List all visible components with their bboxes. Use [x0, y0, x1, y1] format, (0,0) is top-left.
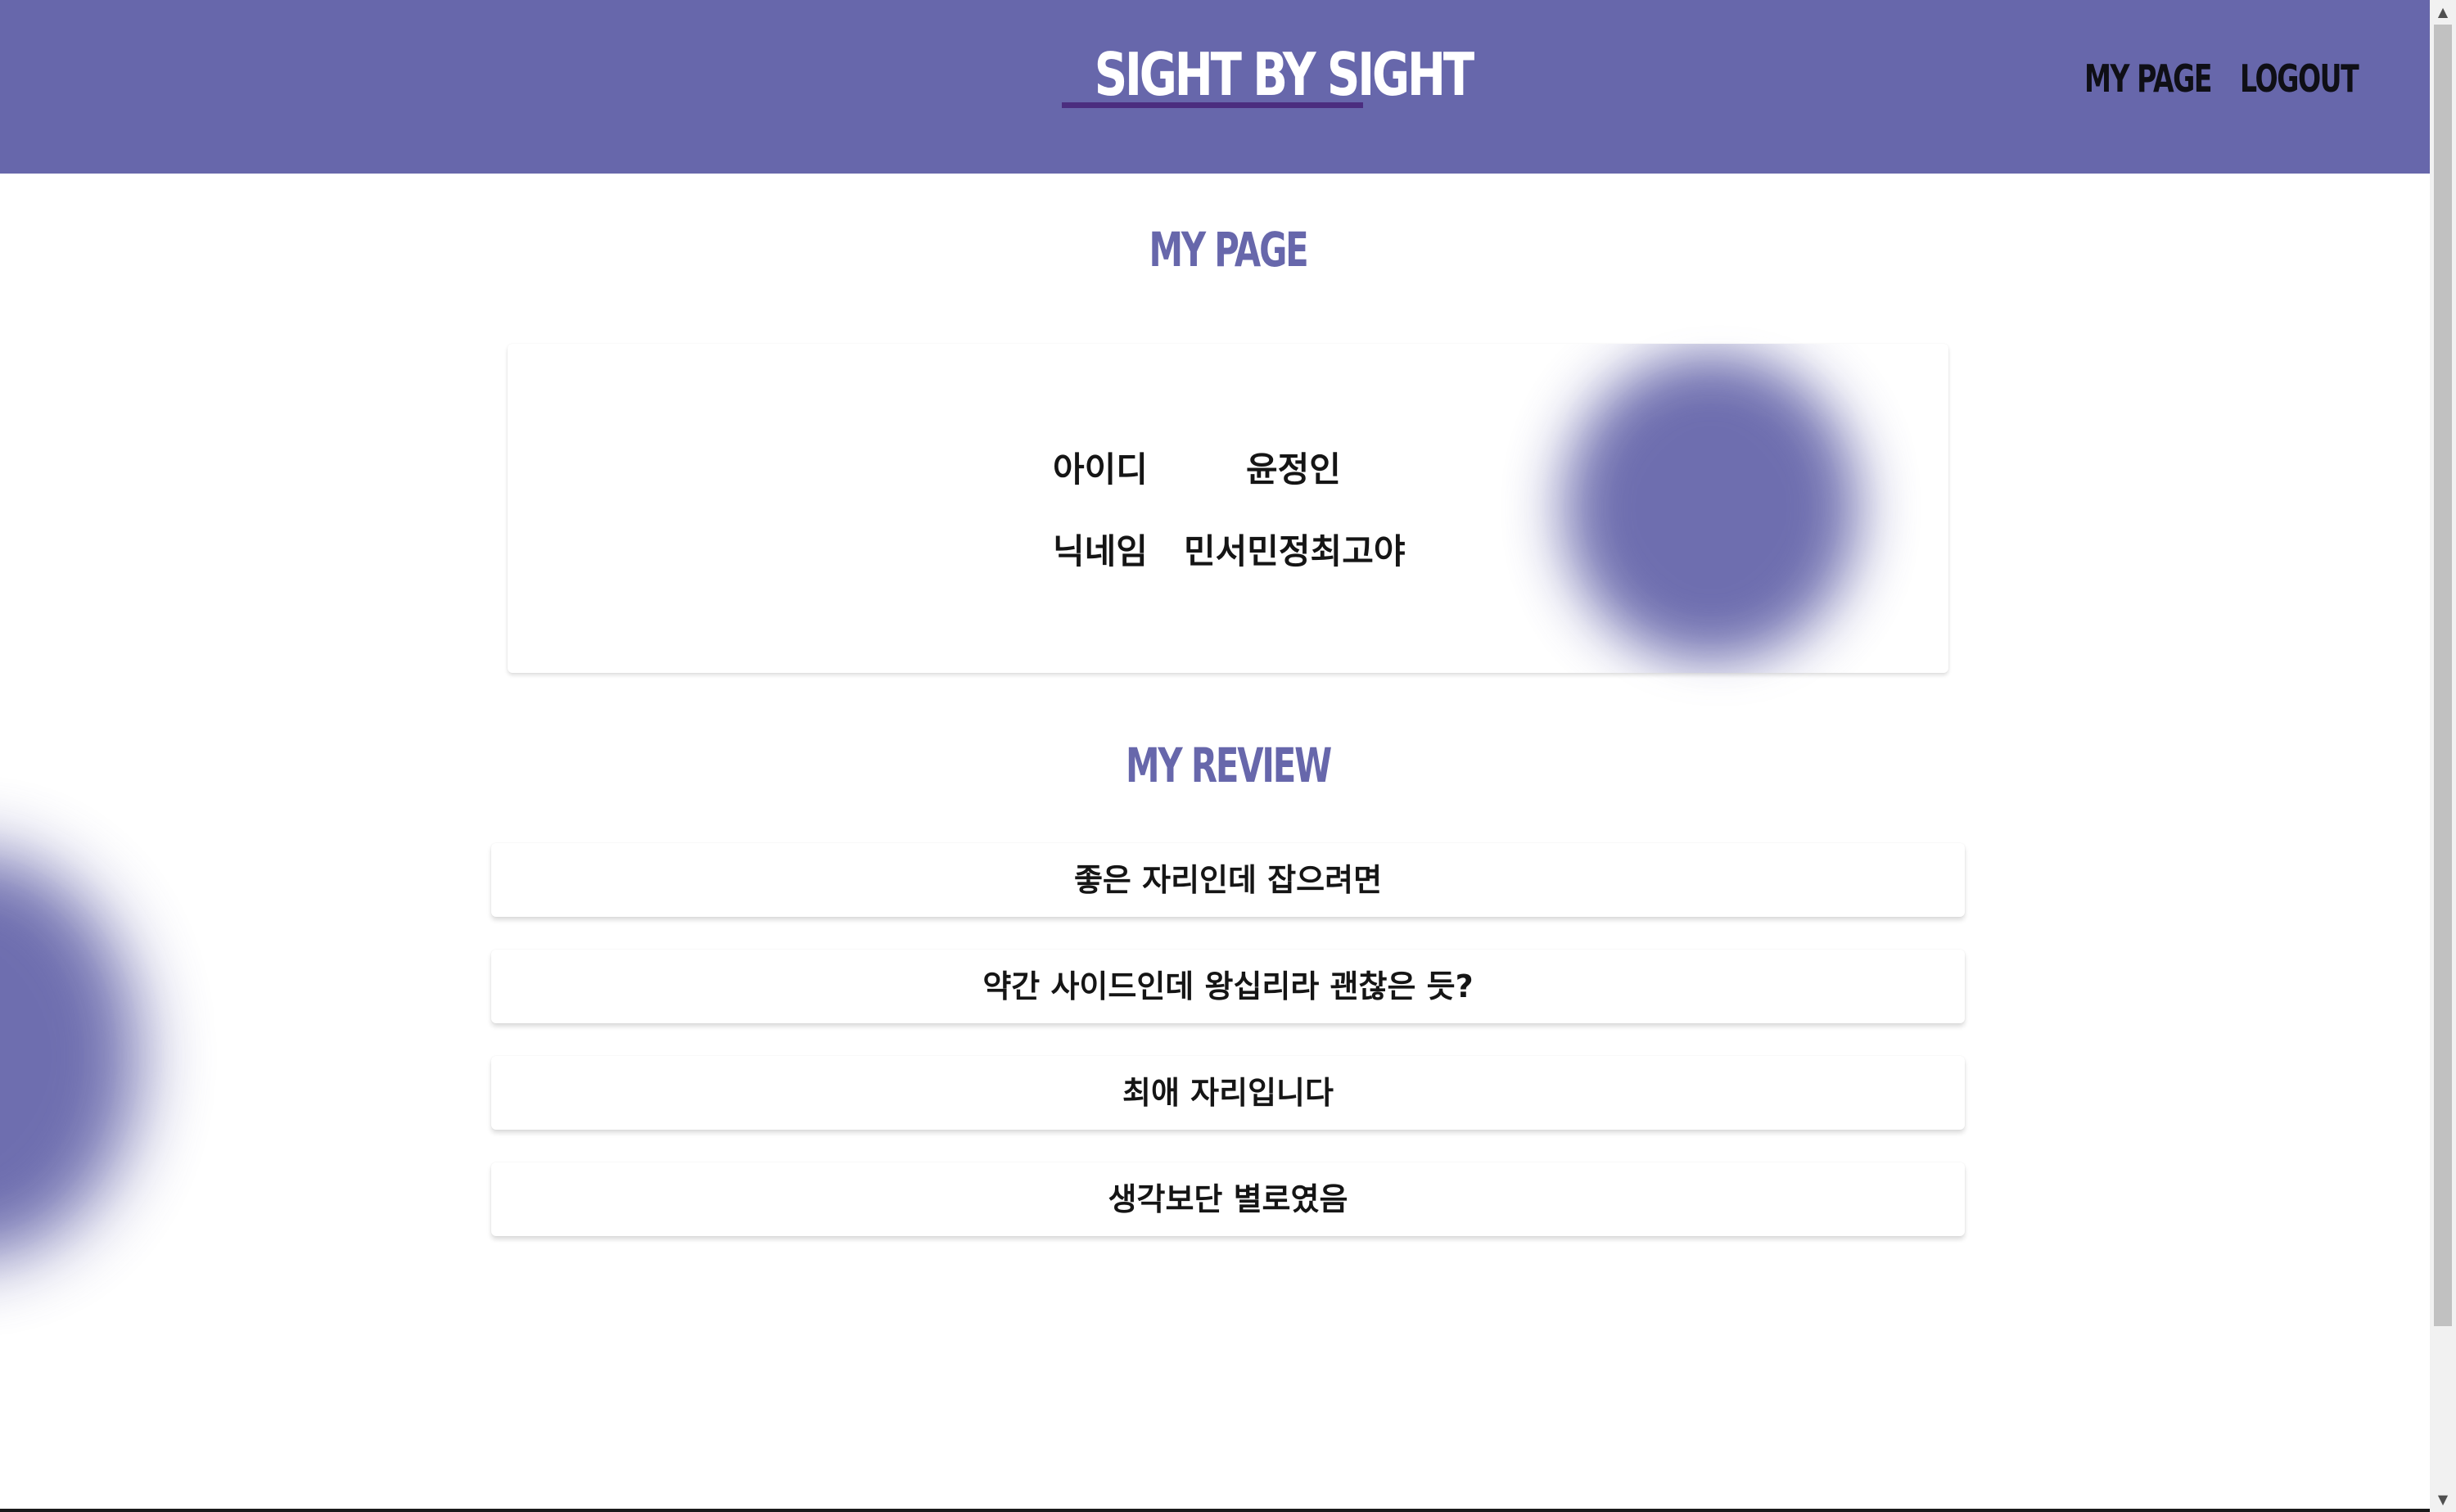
my-page-title: MY PAGE: [1149, 222, 1308, 278]
review-item[interactable]: 최애 자리입니다: [491, 1056, 1965, 1130]
viewport: SIGHT BY SIGHT MY PAGE LOGOUT MY PAGE 아이…: [0, 0, 2430, 1512]
scroll-down-arrow-icon[interactable]: ▼: [2430, 1487, 2456, 1512]
review-item[interactable]: 좋은 자리인데 잡으려면: [491, 843, 1965, 917]
id-label: 아이디: [1053, 449, 1148, 490]
site-header: SIGHT BY SIGHT MY PAGE LOGOUT: [0, 0, 2430, 174]
decorative-blob-left: [0, 851, 139, 1261]
nickname-label: 닉네임: [1053, 531, 1148, 571]
vertical-scrollbar[interactable]: ▲ ▼: [2430, 0, 2456, 1512]
nickname-value: 민서민정최고야: [1184, 531, 1406, 571]
scroll-up-arrow-icon[interactable]: ▲: [2430, 0, 2456, 25]
scrollbar-thumb[interactable]: [2434, 25, 2452, 1326]
logo-underline: [1062, 102, 1363, 108]
review-item[interactable]: 약간 사이드인데 왕십리라 괜찮은 듯?: [491, 950, 1965, 1023]
review-item[interactable]: 생각보단 별로였음: [491, 1162, 1965, 1236]
nav-logout-link[interactable]: LOGOUT: [2240, 54, 2359, 103]
decorative-blob-card: [1564, 352, 1858, 663]
review-list: 좋은 자리인데 잡으려면 약간 사이드인데 왕십리라 괜찮은 듯? 최애 자리입…: [491, 843, 1965, 1269]
my-review-title: MY REVIEW: [1125, 738, 1332, 793]
bottom-divider: [0, 1509, 2430, 1512]
id-value: 윤정인: [1246, 449, 1341, 490]
nav-my-page-link[interactable]: MY PAGE: [2084, 54, 2213, 103]
site-logo-link[interactable]: SIGHT BY SIGHT: [1095, 38, 1474, 111]
profile-card: [508, 344, 1948, 673]
